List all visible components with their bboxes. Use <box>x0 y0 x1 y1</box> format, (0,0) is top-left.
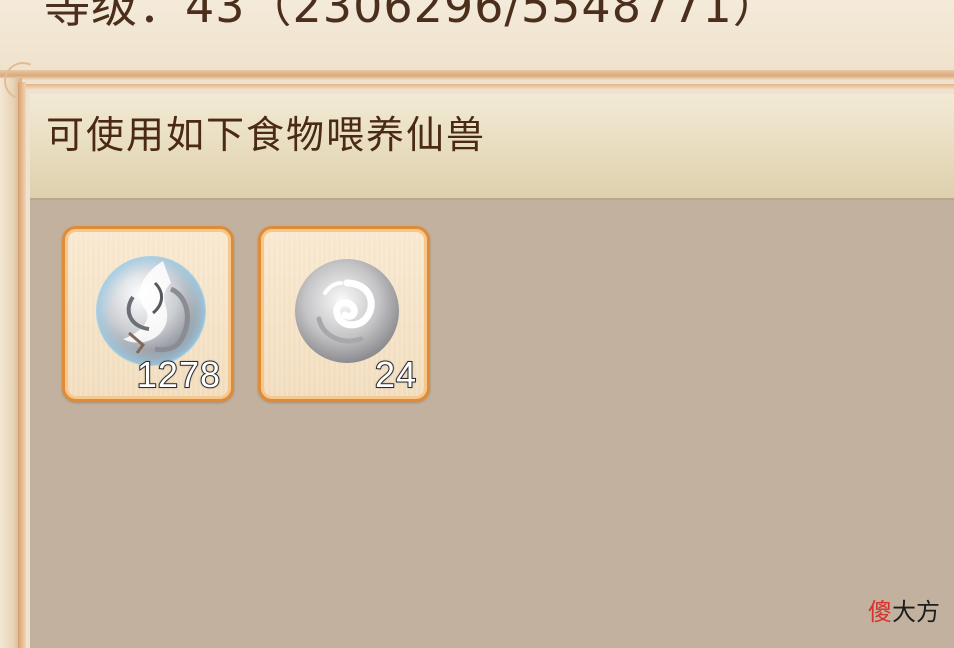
top-strip: 等级：43（2306296/5548771） <box>0 0 954 78</box>
silver-dragon-fruit-icon <box>96 256 206 366</box>
food-item-count: 1278 <box>136 354 221 396</box>
frame-top-inner-border <box>20 84 954 90</box>
frame-left-inner-border <box>18 82 26 648</box>
food-item-count: 24 <box>374 354 417 396</box>
feed-panel-header: 可使用如下食物喂养仙兽 <box>30 94 954 200</box>
food-item-slot[interactable]: 1278 <box>62 226 234 402</box>
watermark: 傻大方 <box>868 598 940 626</box>
watermark-text: 大方 <box>892 598 940 626</box>
food-item-slot[interactable]: 24 <box>258 226 430 402</box>
feed-panel-title: 可使用如下食物喂养仙兽 <box>46 113 487 157</box>
level-text: 等级：43（2306296/5548771） <box>44 0 780 33</box>
frame-top-border <box>0 70 954 80</box>
watermark-accent-char: 傻 <box>868 598 892 626</box>
food-items-area: 1278 24 <box>30 200 954 648</box>
silver-swirl-orb-icon <box>295 259 399 363</box>
